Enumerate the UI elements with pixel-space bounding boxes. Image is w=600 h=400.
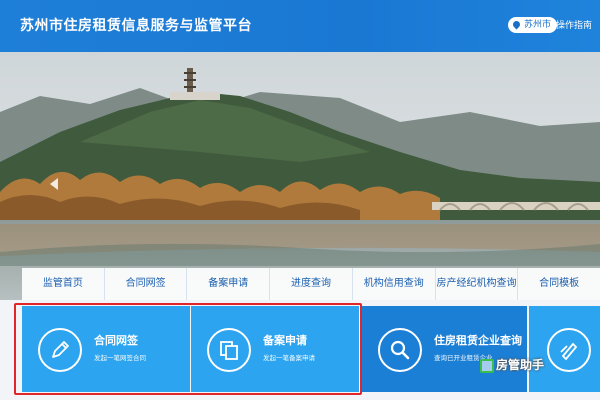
card-more[interactable]: [529, 306, 600, 392]
watermark-logo-icon: [480, 359, 494, 373]
banner-scenery: [0, 52, 600, 300]
card-title: 备案申请: [263, 334, 307, 347]
contract-icon: [547, 328, 591, 372]
guide-link[interactable]: 操作指南: [556, 18, 592, 31]
nav-item-home[interactable]: 监管首页: [22, 268, 105, 300]
card-title: 住房租赁企业查询: [434, 334, 522, 347]
card-desc: 发起一笔备案申请: [263, 354, 315, 362]
city-selector[interactable]: 苏州市: [508, 17, 558, 33]
card-title: 合同网签: [94, 334, 138, 347]
copy-document-icon: [207, 328, 251, 372]
city-label: 苏州市: [524, 20, 552, 30]
card-desc: 发起一笔网签合同: [94, 354, 146, 362]
card-contract-sign[interactable]: 合同网签 发起一笔网签合同: [22, 306, 190, 392]
main-nav: 监管首页 合同网签 备案申请 进度查询 机构信用查询 房产经纪机构查询 合同模板: [22, 268, 600, 300]
nav-item-agency[interactable]: 房产经纪机构查询: [436, 268, 519, 300]
magnifier-icon: [378, 328, 422, 372]
card-enterprise-query[interactable]: 住房租赁企业查询 查询已开业租赁企业: [362, 306, 527, 392]
watermark: 房管助手: [478, 356, 550, 376]
nav-item-contract-sign[interactable]: 合同网签: [105, 268, 188, 300]
card-filing[interactable]: 备案申请 发起一笔备案申请: [191, 306, 359, 392]
service-cards: 合同网签 发起一笔网签合同 备案申请 发起一笔备案申请 住房租赁企业查询 查询已…: [0, 300, 600, 400]
watermark-text: 房管助手: [496, 358, 545, 372]
pencil-icon: [38, 328, 82, 372]
hero-banner: [0, 52, 600, 300]
nav-item-progress[interactable]: 进度查询: [270, 268, 353, 300]
platform-title: 苏州市住房租赁信息服务与监管平台: [20, 18, 252, 34]
nav-item-template[interactable]: 合同模板: [518, 268, 600, 300]
nav-item-filing[interactable]: 备案申请: [187, 268, 271, 300]
top-header: 苏州市住房租赁信息服务与监管平台 苏州市 操作指南: [0, 0, 600, 52]
chevron-left-icon[interactable]: [46, 172, 62, 196]
nav-item-credit[interactable]: 机构信用查询: [353, 268, 436, 300]
location-pin-icon: [511, 19, 522, 30]
